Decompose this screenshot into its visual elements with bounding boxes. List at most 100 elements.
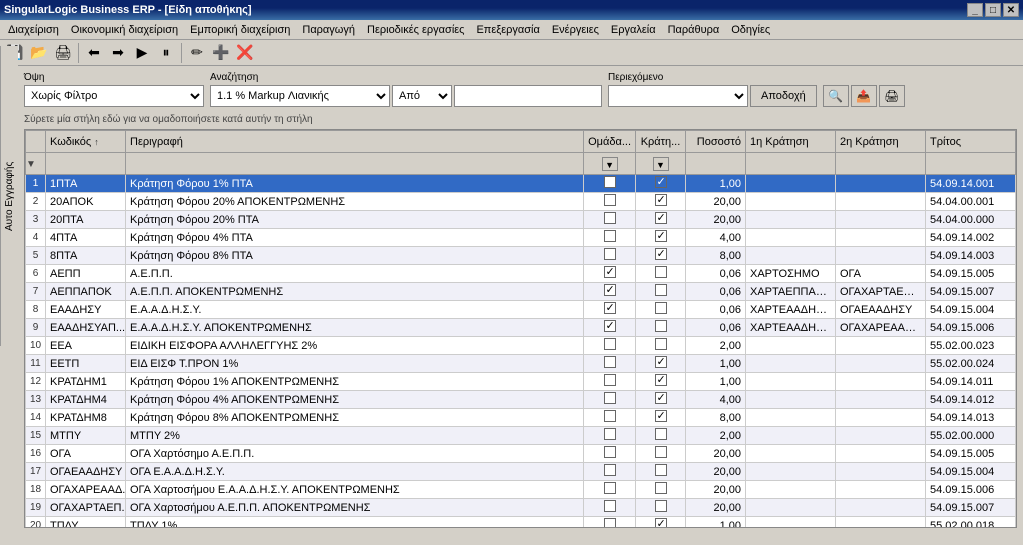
checkbox-omada[interactable]	[604, 302, 616, 314]
menu-item-παραγωγή[interactable]: Παραγωγή	[296, 22, 361, 38]
table-row[interactable]: 11ΕΕΤΠΕΙΔ ΕΙΣΦ Τ.ΠΡΟΝ 1%1,0055.02.00.024	[26, 355, 1016, 373]
cell-omada[interactable]	[584, 247, 636, 265]
filter-cell-omada[interactable]: ▼	[584, 153, 636, 175]
table-row[interactable]: 13ΚΡΑΤΔΗΜ4Κράτηση Φόρου 4% ΑΠΟΚΕΝΤΡΩΜΕΝΗ…	[26, 391, 1016, 409]
checkbox-kratisi[interactable]	[655, 302, 667, 314]
export-icon-btn[interactable]: 📤	[851, 85, 877, 107]
menu-item-οικονομική-διαχείριση[interactable]: Οικονομική διαχείριση	[65, 22, 184, 38]
filter-cell-kratisi[interactable]: ▼	[636, 153, 686, 175]
toolbar-btn-5[interactable]: ➡	[107, 42, 129, 64]
anazitisi-input[interactable]	[454, 85, 602, 107]
cell-kratisi[interactable]	[636, 355, 686, 373]
cell-kratisi[interactable]	[636, 445, 686, 463]
cell-kratisi[interactable]	[636, 283, 686, 301]
cell-kratisi[interactable]	[636, 193, 686, 211]
apo-select[interactable]: Από	[392, 85, 452, 107]
opsi-select[interactable]: Χωρίς Φίλτρο	[24, 85, 204, 107]
checkbox-omada[interactable]	[604, 356, 616, 368]
checkbox-omada[interactable]	[604, 446, 616, 458]
toolbar-btn-4[interactable]: ⬅	[83, 42, 105, 64]
cell-omada[interactable]	[584, 409, 636, 427]
checkbox-kratisi[interactable]	[655, 446, 667, 458]
menu-item-εμπορική-διαχείριση[interactable]: Εμπορική διαχείριση	[184, 22, 296, 38]
menu-item-διαχείριση[interactable]: Διαχείριση	[2, 22, 65, 38]
col-header-kodikos[interactable]: Κωδικός ↑	[46, 131, 126, 153]
cell-kratisi[interactable]	[636, 481, 686, 499]
checkbox-kratisi[interactable]	[655, 500, 667, 512]
col-header-kratisi[interactable]: Κράτη...	[636, 131, 686, 153]
cell-omada[interactable]	[584, 283, 636, 301]
table-row[interactable]: 6ΑΕΠΠΑ.Ε.Π.Π.0,06ΧΑΡΤΟΣΗΜΟΟΓΑ54.09.15.00…	[26, 265, 1016, 283]
table-row[interactable]: 10ΕΕΑΕΙΔΙΚΗ ΕΙΣΦΟΡΑ ΑΛΛΗΛΕΓΓΥΗΣ 2%2,0055…	[26, 337, 1016, 355]
anazitisi-select[interactable]: 1.1 % Markup Λιανικής	[210, 85, 390, 107]
checkbox-kratisi[interactable]	[655, 392, 667, 404]
menu-item-οδηγίες[interactable]: Οδηγίες	[725, 22, 776, 38]
apodoxh-button[interactable]: Αποδοχή	[750, 85, 817, 107]
cell-kratisi[interactable]	[636, 499, 686, 517]
checkbox-omada[interactable]	[604, 518, 616, 528]
checkbox-kratisi[interactable]	[655, 320, 667, 332]
cell-omada[interactable]	[584, 355, 636, 373]
checkbox-omada[interactable]	[604, 248, 616, 260]
cell-omada[interactable]	[584, 463, 636, 481]
maximize-button[interactable]: □	[985, 3, 1001, 17]
col-header-tritos[interactable]: Τρίτος	[926, 131, 1016, 153]
checkbox-kratisi[interactable]	[655, 410, 667, 422]
table-row[interactable]: 11ΠΤΑΚράτηση Φόρου 1% ΠΤΑ1,0054.09.14.00…	[26, 175, 1016, 193]
table-row[interactable]: 14ΚΡΑΤΔΗΜ8Κράτηση Φόρου 8% ΑΠΟΚΕΝΤΡΩΜΕΝΗ…	[26, 409, 1016, 427]
checkbox-kratisi[interactable]	[655, 356, 667, 368]
toolbar-btn-10[interactable]: ❌	[234, 42, 256, 64]
cell-omada[interactable]	[584, 481, 636, 499]
checkbox-kratisi[interactable]	[655, 248, 667, 260]
cell-kratisi[interactable]	[636, 175, 686, 193]
table-row[interactable]: 220ΑΠΟΚΚράτηση Φόρου 20% ΑΠΟΚΕΝΤΡΩΜΕΝΗΣ2…	[26, 193, 1016, 211]
checkbox-omada[interactable]	[604, 392, 616, 404]
cell-omada[interactable]	[584, 373, 636, 391]
cell-omada[interactable]	[584, 445, 636, 463]
toolbar-btn-3[interactable]: 🖨	[52, 42, 74, 64]
table-row[interactable]: 17ΟΓΑΕΑΑΔΗΣΥΟΓΑ Ε.Α.Α.Δ.Η.Σ.Υ.20,0054.09…	[26, 463, 1016, 481]
table-row[interactable]: 44ΠΤΑΚράτηση Φόρου 4% ΠΤΑ4,0054.09.14.00…	[26, 229, 1016, 247]
menu-item-εργαλεία[interactable]: Εργαλεία	[605, 22, 662, 38]
cell-kratisi[interactable]	[636, 391, 686, 409]
checkbox-omada[interactable]	[604, 320, 616, 332]
cell-omada[interactable]	[584, 517, 636, 529]
minimize-button[interactable]: _	[967, 3, 983, 17]
checkbox-omada[interactable]	[604, 482, 616, 494]
checkbox-kratisi[interactable]	[655, 464, 667, 476]
filter-icon-kratisi[interactable]: ▼	[653, 157, 669, 171]
table-row[interactable]: 16ΟΓΑΟΓΑ Χαρτόσημο Α.Ε.Π.Π.20,0054.09.15…	[26, 445, 1016, 463]
toolbar-btn-8[interactable]: ✏	[186, 42, 208, 64]
cell-kratisi[interactable]	[636, 409, 686, 427]
filter-icon-omada[interactable]: ▼	[602, 157, 618, 171]
cell-kratisi[interactable]	[636, 265, 686, 283]
close-button[interactable]: ✕	[1003, 3, 1019, 17]
table-row[interactable]: 9ΕΑΑΔΗΣΥΑΠ...Ε.Α.Α.Δ.Η.Σ.Υ. ΑΠΟΚΕΝΤΡΩΜΕΝ…	[26, 319, 1016, 337]
cell-kratisi[interactable]	[636, 337, 686, 355]
checkbox-kratisi[interactable]	[655, 212, 667, 224]
menu-item-περιοδικές-εργασίες[interactable]: Περιοδικές εργασίες	[361, 22, 470, 38]
checkbox-omada[interactable]	[604, 338, 616, 350]
menu-item-ενέργειες[interactable]: Ενέργειες	[546, 22, 605, 38]
table-row[interactable]: 7ΑΕΠΠΑΠΟΚΑ.Ε.Π.Π. ΑΠΟΚΕΝΤΡΩΜΕΝΗΣ0,06ΧΑΡΤ…	[26, 283, 1016, 301]
table-row[interactable]: 19ΟΓΑΧΑΡΤΑΕΠ...ΟΓΑ Χαρτοσήμου Α.Ε.Π.Π. Α…	[26, 499, 1016, 517]
checkbox-kratisi[interactable]	[655, 374, 667, 386]
toolbar-btn-2[interactable]: 📂	[28, 42, 50, 64]
checkbox-omada[interactable]	[604, 266, 616, 278]
table-row[interactable]: 15ΜΤΠΥΜΤΠΥ 2%2,0055.02.00.000	[26, 427, 1016, 445]
table-row[interactable]: 18ΟΓΑΧΑΡΕΑΑΔ...ΟΓΑ Χαρτοσήμου Ε.Α.Α.Δ.Η.…	[26, 481, 1016, 499]
cell-omada[interactable]	[584, 175, 636, 193]
checkbox-kratisi[interactable]	[655, 428, 667, 440]
checkbox-omada[interactable]	[604, 194, 616, 206]
checkbox-kratisi[interactable]	[655, 338, 667, 350]
checkbox-kratisi[interactable]	[655, 482, 667, 494]
cell-kratisi[interactable]	[636, 517, 686, 529]
table-row[interactable]: 12ΚΡΑΤΔΗΜ1Κράτηση Φόρου 1% ΑΠΟΚΕΝΤΡΩΜΕΝΗ…	[26, 373, 1016, 391]
col-header-omada[interactable]: Ομάδα...	[584, 131, 636, 153]
checkbox-omada[interactable]	[604, 500, 616, 512]
checkbox-omada[interactable]	[604, 176, 616, 188]
cell-omada[interactable]	[584, 427, 636, 445]
menu-item-επεξεργασία[interactable]: Επεξεργασία	[470, 22, 545, 38]
checkbox-omada[interactable]	[604, 374, 616, 386]
col-header-kriti1[interactable]: 1η Κράτηση	[746, 131, 836, 153]
